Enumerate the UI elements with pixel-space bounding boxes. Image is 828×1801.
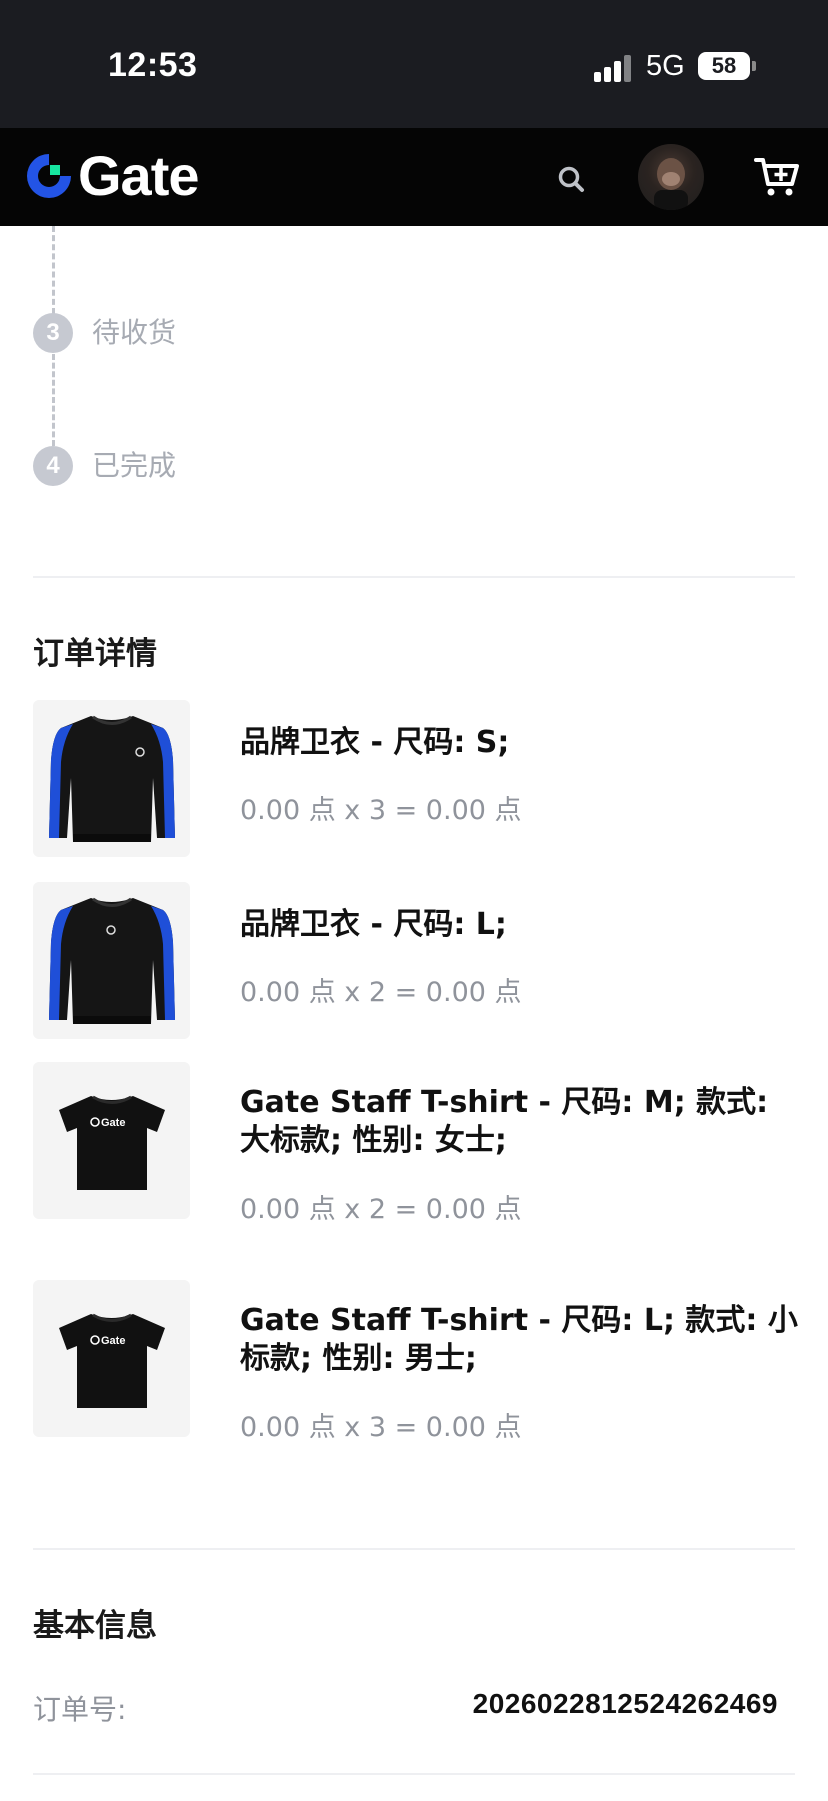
user-avatar[interactable] <box>638 144 704 210</box>
cart-icon[interactable] <box>754 156 800 198</box>
order-item[interactable]: Gate Gate Staff T-shirt - 尺码: L; 款式: 小标款… <box>33 1280 798 1443</box>
timeline-connector <box>52 226 55 314</box>
section-divider <box>33 1773 795 1775</box>
product-thumbnail <box>33 882 190 1039</box>
network-label: 5G <box>646 50 685 82</box>
gate-logo-icon <box>27 154 71 198</box>
step-label-completed: 已完成 <box>92 449 177 482</box>
svg-text:Gate: Gate <box>101 1117 125 1129</box>
status-bar: 12:53 5G 58 <box>0 0 828 128</box>
section-divider <box>33 576 795 578</box>
timeline-connector <box>52 354 55 446</box>
svg-text:Gate: Gate <box>101 1335 125 1347</box>
battery-tip <box>752 61 756 71</box>
item-name: Gate Staff T-shirt - 尺码: M; 款式: 大标款; 性别:… <box>240 1085 769 1158</box>
item-name: Gate Staff T-shirt - 尺码: L; 款式: 小标款; 性别:… <box>240 1303 798 1376</box>
battery-icon: 58 <box>698 52 750 80</box>
item-price: 0.00 点 x 3 = 0.00 点 <box>240 795 522 826</box>
item-name: 品牌卫衣 - 尺码: L; <box>240 907 507 942</box>
step-number-3: 3 <box>33 313 73 353</box>
order-item[interactable]: 品牌卫衣 - 尺码: L; 0.00 点 x 2 = 0.00 点 <box>33 882 795 1040</box>
basic-info-title: 基本信息 <box>33 1608 157 1644</box>
section-divider <box>33 1548 795 1550</box>
item-price: 0.00 点 x 2 = 0.00 点 <box>240 1194 522 1225</box>
item-price: 0.00 点 x 3 = 0.00 点 <box>240 1412 522 1443</box>
tshirt-image: Gate <box>59 1095 165 1190</box>
order-number-label: 订单号: <box>33 1693 127 1726</box>
top-nav: Gate <box>0 128 828 226</box>
sweatshirt-image <box>49 715 175 842</box>
step-number-4: 4 <box>33 446 73 486</box>
avatar-image <box>654 158 688 210</box>
status-time: 12:53 <box>108 46 198 84</box>
product-thumbnail: Gate <box>33 1062 190 1219</box>
order-item[interactable]: Gate Gate Staff T-shirt - 尺码: M; 款式: 大标款… <box>33 1062 795 1225</box>
item-name: 品牌卫衣 - 尺码: S; <box>240 725 510 760</box>
search-icon[interactable] <box>556 164 586 194</box>
order-details-title: 订单详情 <box>33 636 157 672</box>
gate-logo[interactable]: Gate <box>24 148 199 204</box>
order-number-value[interactable]: 2026022812524262469 <box>473 1688 778 1720</box>
tshirt-image: Gate <box>59 1313 165 1408</box>
step-label-pending-receipt: 待收货 <box>92 316 177 349</box>
product-thumbnail <box>33 700 190 857</box>
signal-icon <box>594 54 634 82</box>
product-thumbnail: Gate <box>33 1280 190 1437</box>
sweatshirt-image <box>49 897 175 1024</box>
item-price: 0.00 点 x 2 = 0.00 点 <box>240 977 522 1008</box>
logo-text: Gate <box>78 144 199 207</box>
order-item[interactable]: 品牌卫衣 - 尺码: S; 0.00 点 x 3 = 0.00 点 <box>33 700 795 858</box>
